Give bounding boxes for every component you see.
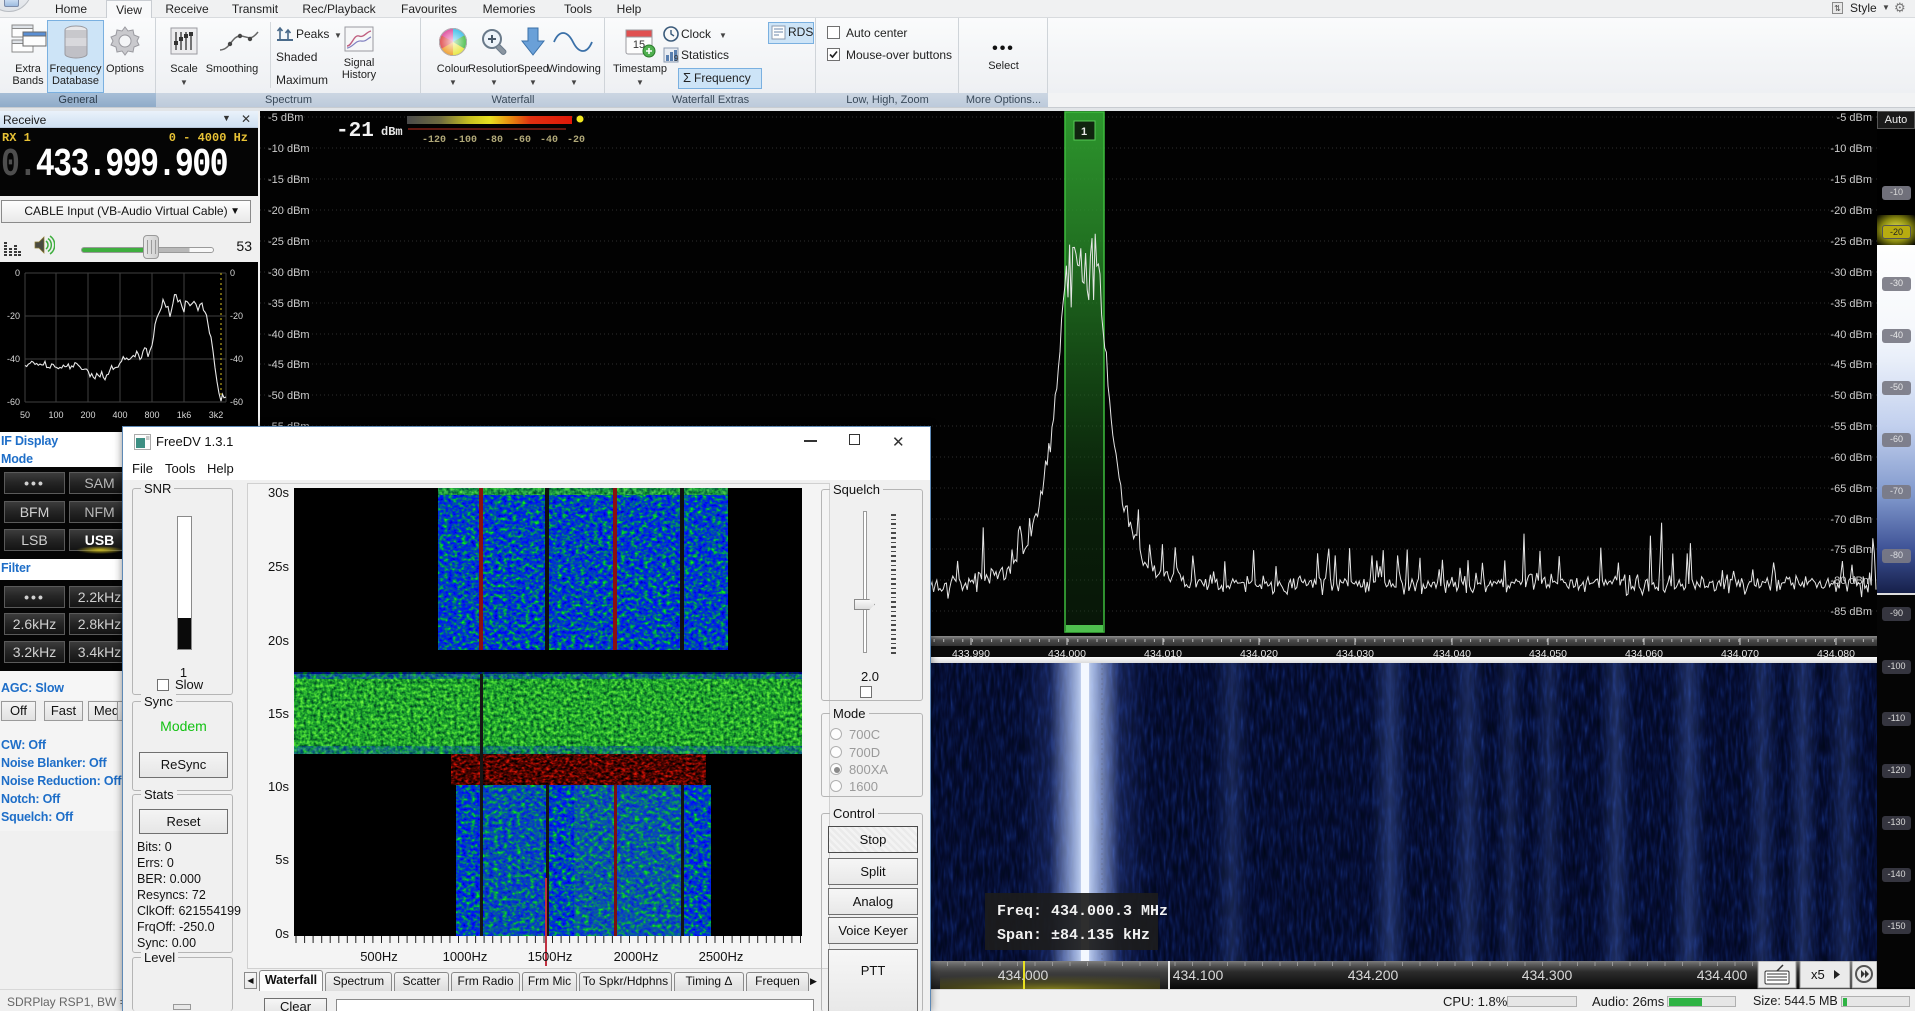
svg-text:0: 0 (230, 268, 235, 278)
svg-text:-120: -120 (422, 135, 446, 146)
svg-text:500Hz: 500Hz (360, 949, 398, 964)
svg-text:100: 100 (48, 410, 63, 420)
svg-text:-25 dBm: -25 dBm (1830, 236, 1872, 248)
svg-text:-21: -21 (336, 120, 374, 143)
svg-text:-25 dBm: -25 dBm (268, 236, 310, 248)
svg-text:-55 dBm: -55 dBm (1830, 421, 1872, 433)
svg-text:434.200: 434.200 (1348, 967, 1399, 983)
svg-text:Freq: 434.000.3 MHz: Freq: 434.000.3 MHz (997, 903, 1168, 920)
svg-text:-45 dBm: -45 dBm (1830, 359, 1872, 371)
svg-text:434.100: 434.100 (1173, 967, 1224, 983)
svg-text:-70 dBm: -70 dBm (1830, 514, 1872, 526)
svg-text:9: 9 (674, 54, 679, 63)
svg-text:-80 dBm: -80 dBm (1830, 575, 1872, 587)
svg-text:200: 200 (80, 410, 95, 420)
svg-text:-30 dBm: -30 dBm (1830, 267, 1872, 279)
svg-text:-60: -60 (7, 397, 20, 407)
svg-text:-10 dBm: -10 dBm (1830, 143, 1872, 155)
svg-text:-40: -40 (230, 354, 243, 364)
svg-text:-65 dBm: -65 dBm (1830, 483, 1872, 495)
svg-text:dBm: dBm (381, 125, 403, 139)
svg-text:3k2: 3k2 (209, 410, 224, 420)
svg-text:Span: ±84.135 kHz: Span: ±84.135 kHz (997, 927, 1150, 944)
svg-text:-85 dBm: -85 dBm (1830, 606, 1872, 618)
svg-text:-40 dBm: -40 dBm (268, 329, 310, 341)
svg-text:-60: -60 (513, 135, 531, 146)
svg-text:-40: -40 (540, 135, 558, 146)
svg-text:-35 dBm: -35 dBm (268, 298, 310, 310)
svg-text:-5 dBm: -5 dBm (1837, 112, 1872, 124)
svg-text:-30 dBm: -30 dBm (268, 267, 310, 279)
svg-text:-5 dBm: -5 dBm (268, 112, 303, 124)
svg-text:-50 dBm: -50 dBm (1830, 390, 1872, 402)
svg-text:1k6: 1k6 (177, 410, 192, 420)
svg-text:-60 dBm: -60 dBm (1830, 452, 1872, 464)
svg-text:0: 0 (15, 268, 20, 278)
svg-text:-20: -20 (230, 311, 243, 321)
svg-text:-15 dBm: -15 dBm (268, 174, 310, 186)
svg-text:-40 dBm: -40 dBm (1830, 329, 1872, 341)
svg-text:1000Hz: 1000Hz (443, 949, 488, 964)
svg-text:-20 dBm: -20 dBm (1830, 205, 1872, 217)
svg-text:434.000: 434.000 (998, 967, 1049, 983)
svg-text:-80: -80 (485, 135, 503, 146)
svg-text:-60: -60 (230, 397, 243, 407)
svg-text:-20: -20 (7, 311, 20, 321)
svg-text:-20: -20 (567, 135, 585, 146)
svg-text:-10 dBm: -10 dBm (268, 143, 310, 155)
svg-text:434.300: 434.300 (1522, 967, 1573, 983)
svg-text:-40: -40 (7, 354, 20, 364)
svg-text:2000Hz: 2000Hz (614, 949, 659, 964)
svg-text:x5: x5 (1811, 967, 1825, 982)
svg-text:1: 1 (1081, 126, 1087, 138)
svg-text:1500Hz: 1500Hz (528, 949, 573, 964)
svg-text:-100: -100 (453, 135, 477, 146)
svg-text:-20 dBm: -20 dBm (268, 205, 310, 217)
svg-text:400: 400 (112, 410, 127, 420)
svg-text:2500Hz: 2500Hz (699, 949, 744, 964)
svg-text:434.400: 434.400 (1697, 967, 1748, 983)
svg-text:-75 dBm: -75 dBm (1830, 544, 1872, 556)
svg-text:800: 800 (144, 410, 159, 420)
svg-text:-15 dBm: -15 dBm (1830, 174, 1872, 186)
svg-text:-45 dBm: -45 dBm (268, 359, 310, 371)
svg-text:-35 dBm: -35 dBm (1830, 298, 1872, 310)
svg-text:50: 50 (20, 410, 30, 420)
svg-text:-50 dBm: -50 dBm (268, 390, 310, 402)
